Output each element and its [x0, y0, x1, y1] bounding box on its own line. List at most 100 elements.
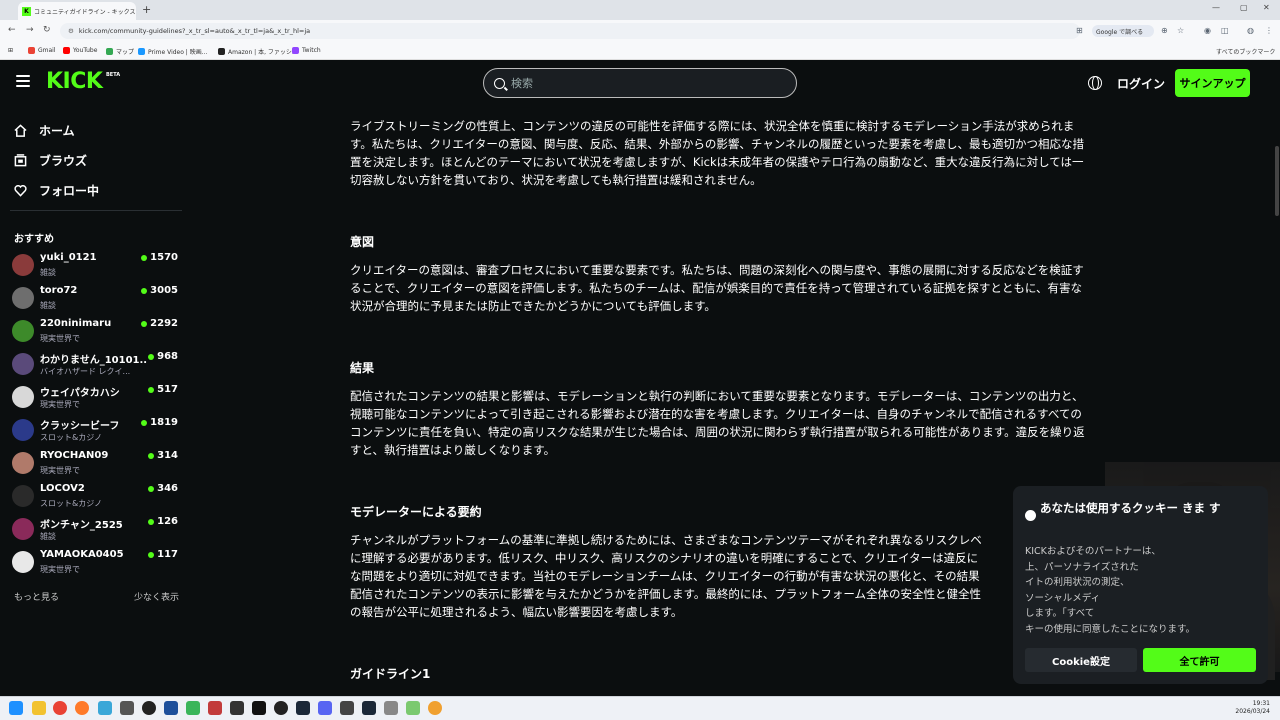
- app-icon[interactable]: [428, 701, 442, 715]
- cookie-accept-button[interactable]: 全て許可: [1143, 648, 1256, 672]
- profile-icon[interactable]: ◍: [1247, 26, 1254, 35]
- forward-icon[interactable]: →: [26, 25, 34, 35]
- channel-item[interactable]: ウェイパタカハシ 現実世界で 517: [12, 384, 182, 414]
- menu-dots-icon[interactable]: ⋮: [1265, 26, 1273, 35]
- app-icon[interactable]: [252, 701, 266, 715]
- star-icon[interactable]: ☆: [1177, 26, 1184, 35]
- channel-item[interactable]: 220ninimaru 現実世界で 2292: [12, 318, 182, 348]
- channel-item[interactable]: RYOCHAN09 現実世界で 314: [12, 450, 182, 480]
- show-more-link[interactable]: もっと見る: [14, 590, 59, 603]
- app-icon[interactable]: [384, 701, 398, 715]
- show-less-link[interactable]: 少なく表示: [134, 590, 179, 603]
- text-line: 切容赦しない方針を貫いており、状況を考慮しても執行措置は緩和されません。: [350, 173, 762, 187]
- channel-name: 220ninimaru: [40, 318, 112, 329]
- app-icon[interactable]: [340, 701, 354, 715]
- viewer-count: 968: [148, 351, 178, 362]
- sidebar-item-following[interactable]: フォロー中: [14, 182, 99, 199]
- kick-logo[interactable]: KICK: [46, 69, 103, 94]
- cookie-dialog: あなたは使用するクッキー きま す KICKおよびそのパートナーは、 上、パーソ…: [1013, 486, 1268, 684]
- text-line: な問題をより適切に対処できます。当社のモデレーションチームは、クリエイターの行動…: [350, 569, 980, 583]
- bookmark-maps[interactable]: マップ: [106, 47, 134, 56]
- cookie-settings-button[interactable]: Cookie設定: [1025, 648, 1137, 672]
- channel-item[interactable]: LOCOV2 スロット&カジノ 346: [12, 483, 182, 513]
- signup-button[interactable]: サインアップ: [1175, 69, 1250, 97]
- firefox-icon[interactable]: [75, 701, 89, 715]
- sidebar-divider: [10, 210, 182, 211]
- heart-icon: [14, 185, 27, 197]
- text-line: コンテンツに責任を負い、特定の高リスクな結果が生じた場合は、周囲の状況に関わらず…: [350, 425, 1085, 439]
- browser-tab[interactable]: K コミュニティガイドライン - キックストリ ✕: [18, 2, 136, 20]
- cookie-title: あなたは使用するクッキー きま す: [1040, 501, 1221, 515]
- zoom-icon[interactable]: ⊕: [1161, 26, 1168, 35]
- live-dot-icon: [141, 287, 148, 294]
- channel-item[interactable]: YAMAOKA0405 現実世界で 117: [12, 549, 182, 579]
- channel-item[interactable]: ボンチャン_2525 雑談 126: [12, 516, 182, 546]
- taskbar-clock[interactable]: 19:31 2026/03/24: [1235, 700, 1270, 716]
- app-icon[interactable]: [120, 701, 134, 715]
- all-bookmarks[interactable]: すべてのブックマーク: [1216, 47, 1275, 56]
- text-line: チャンネルがプラットフォームの基準に準拠し続けるためには、さまざまなコンテンツテ…: [350, 533, 982, 547]
- explorer-icon[interactable]: [32, 701, 46, 715]
- app-icon[interactable]: [406, 701, 420, 715]
- scrollbar-thumb[interactable]: [1275, 146, 1279, 216]
- apps-icon[interactable]: ⊞: [8, 47, 13, 54]
- bookmark-youtube[interactable]: YouTube: [63, 47, 97, 54]
- channel-item[interactable]: toro72 雑談 3005: [12, 285, 182, 315]
- channel-item[interactable]: yuki_0121 雑談 1570: [12, 252, 182, 282]
- extension-icon[interactable]: ◉: [1204, 26, 1211, 35]
- channel-name: クラッシービーフ: [40, 421, 120, 432]
- new-tab-icon[interactable]: +: [142, 3, 151, 16]
- steam-icon[interactable]: [362, 701, 376, 715]
- minimize-icon[interactable]: —: [1212, 3, 1220, 12]
- clock-date: 2026/03/24: [1235, 708, 1270, 715]
- window-close-icon[interactable]: ✕: [1263, 3, 1270, 12]
- maximize-icon[interactable]: ▢: [1240, 3, 1248, 12]
- recommended-title: おすすめ: [14, 234, 54, 245]
- language-globe-icon[interactable]: [1088, 76, 1102, 90]
- steam-icon[interactable]: [296, 701, 310, 715]
- bookmark-label: マップ: [116, 49, 135, 56]
- translate-icon[interactable]: ⊞: [1076, 26, 1083, 35]
- sidebar-item-home[interactable]: ホーム: [14, 122, 75, 139]
- avatar: [12, 518, 34, 540]
- start-icon[interactable]: [9, 701, 23, 715]
- chrome-icon[interactable]: [53, 701, 67, 715]
- bookmark-amazon[interactable]: Amazon | 本, ファッシ...: [218, 47, 298, 56]
- app-icon[interactable]: [164, 701, 178, 715]
- sidebar-item-browse[interactable]: ブラウズ: [14, 152, 87, 169]
- bookmark-twitch[interactable]: Twitch: [292, 47, 321, 54]
- bookmark-gmail[interactable]: Gmail: [28, 47, 56, 54]
- text-line: 置を決定します。ほとんどのテーマにおいて状況を考慮しますが、Kickは未成年者の…: [350, 155, 1084, 169]
- app-icon[interactable]: [274, 701, 288, 715]
- prime-icon: [138, 48, 145, 55]
- login-button[interactable]: ログイン: [1117, 75, 1165, 92]
- bookmark-prime[interactable]: Prime Video | 映画...: [138, 47, 207, 56]
- channel-name: ボンチャン_2525: [40, 520, 123, 531]
- back-icon[interactable]: ←: [8, 25, 16, 35]
- google-lens-chip[interactable]: Google で調べる: [1092, 25, 1154, 37]
- channel-category: 現実世界で: [40, 400, 80, 409]
- discord-icon[interactable]: [318, 701, 332, 715]
- live-dot-icon: [148, 485, 155, 492]
- channel-item[interactable]: わかりません_10101... バイオハザード レクイ... 968: [12, 351, 182, 381]
- app-icon[interactable]: [98, 701, 112, 715]
- live-dot-icon: [141, 419, 148, 426]
- reload-icon[interactable]: ↻: [43, 25, 51, 35]
- app-icon[interactable]: [186, 701, 200, 715]
- channel-item[interactable]: クラッシービーフ スロット&カジノ 1819: [12, 417, 182, 447]
- viewer-count: 1570: [141, 252, 178, 263]
- terminal-icon[interactable]: [230, 701, 244, 715]
- url-field[interactable]: ⚙ kick.com/community-guidelines?_x_tr_sl…: [60, 23, 1080, 39]
- channel-category: スロット&カジノ: [40, 433, 103, 442]
- taskbar: 19:31 2026/03/24: [0, 696, 1280, 720]
- hamburger-menu-icon[interactable]: [16, 75, 30, 87]
- site-info-icon[interactable]: ⚙: [68, 27, 74, 35]
- search-input[interactable]: 検索: [483, 68, 797, 98]
- obs-icon[interactable]: [142, 701, 156, 715]
- sidebar-item-label: ブラウズ: [39, 154, 88, 168]
- text-line: ソーシャルメディ: [1025, 592, 1101, 604]
- app-icon[interactable]: [208, 701, 222, 715]
- browser-tab-bar: K コミュニティガイドライン - キックストリ ✕ + — ▢ ✕: [0, 0, 1280, 20]
- clock-time: 19:31: [1252, 700, 1270, 707]
- puzzle-icon[interactable]: ◫: [1221, 26, 1229, 35]
